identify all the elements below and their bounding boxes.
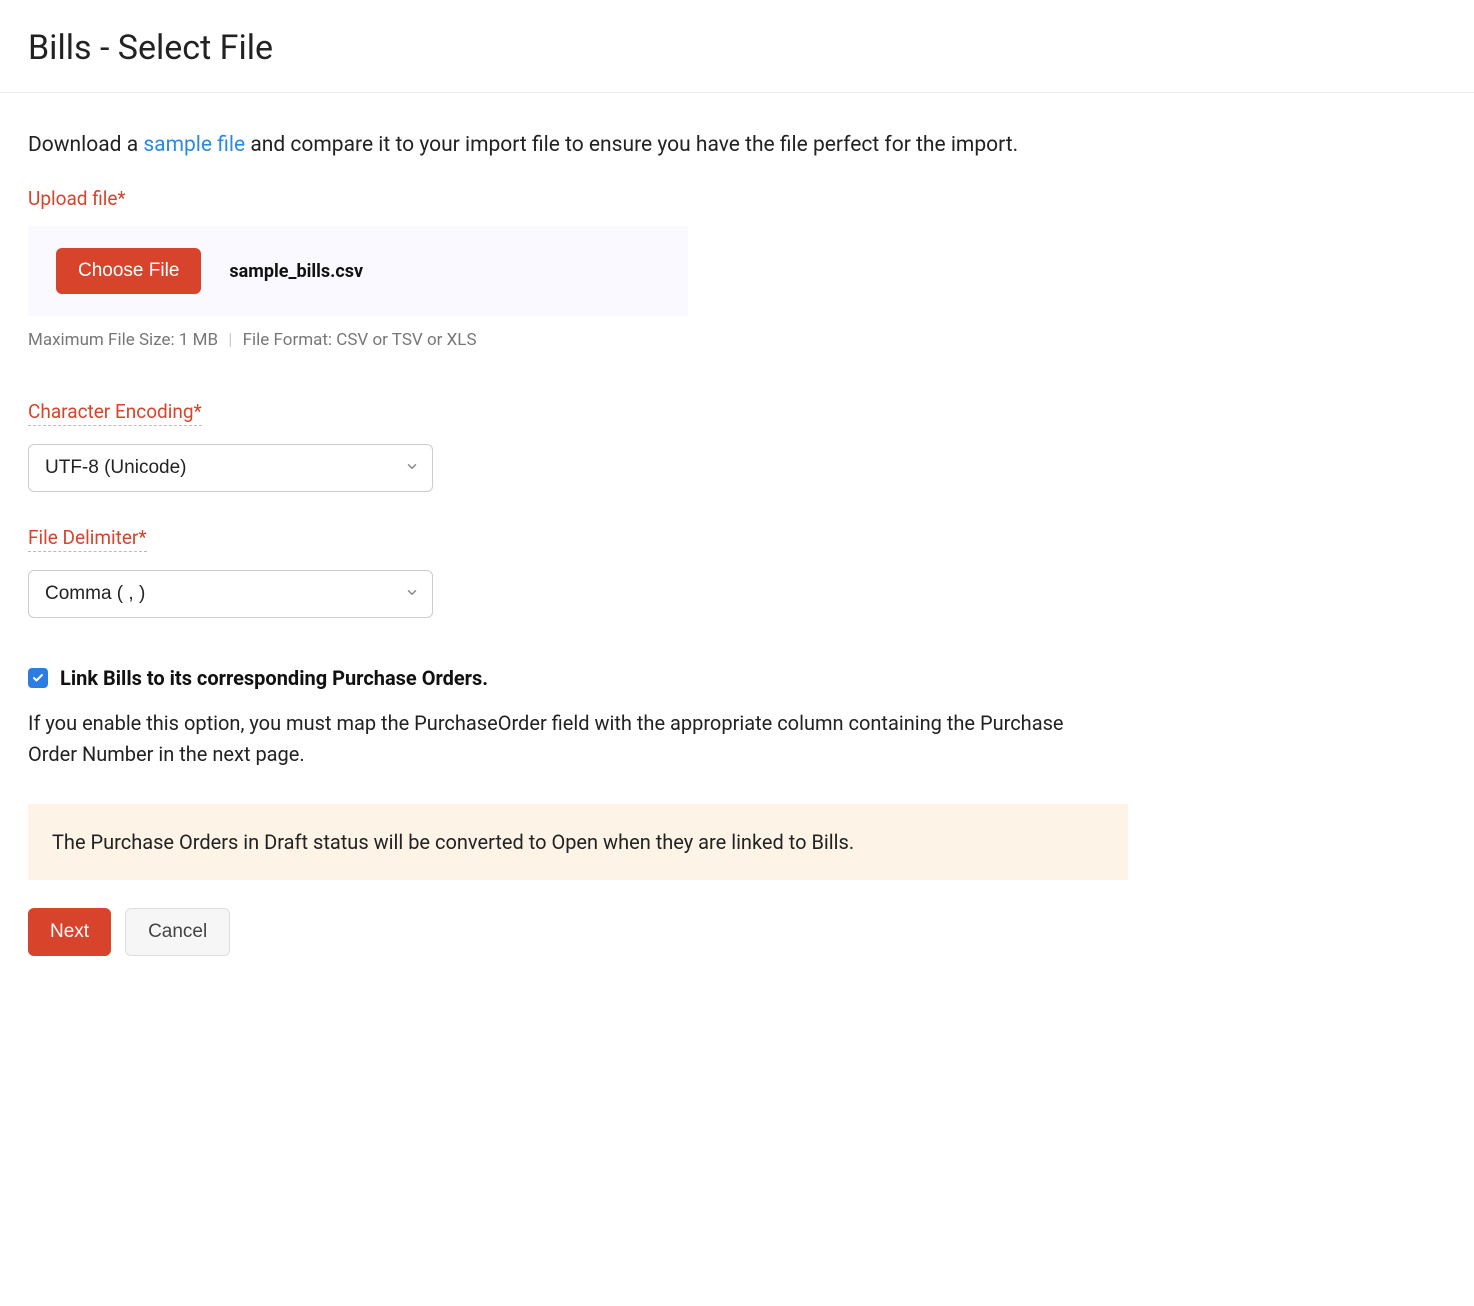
- check-icon: [32, 672, 44, 684]
- max-file-size-hint: Maximum File Size: 1 MB: [28, 330, 218, 350]
- link-po-checkbox[interactable]: [28, 668, 48, 688]
- page-title: Bills - Select File: [28, 28, 1446, 68]
- next-button[interactable]: Next: [28, 908, 111, 956]
- choose-file-button[interactable]: Choose File: [56, 248, 201, 294]
- link-po-help-text: If you enable this option, you must map …: [28, 708, 1108, 770]
- file-delimiter-label: File Delimiter*: [28, 526, 147, 552]
- character-encoding-select[interactable]: UTF-8 (Unicode): [28, 444, 433, 492]
- download-suffix-text: and compare it to your import file to en…: [245, 133, 1018, 157]
- hint-separator: |: [228, 330, 232, 350]
- info-banner: The Purchase Orders in Draft status will…: [28, 804, 1128, 880]
- file-delimiter-select[interactable]: Comma ( , ): [28, 570, 433, 618]
- cancel-button[interactable]: Cancel: [125, 908, 230, 956]
- download-sample-row: Download a sample file and compare it to…: [28, 133, 1172, 157]
- link-po-checkbox-label[interactable]: Link Bills to its corresponding Purchase…: [60, 666, 488, 690]
- upload-file-label: Upload file*: [28, 187, 126, 210]
- download-prefix-text: Download a: [28, 133, 143, 157]
- character-encoding-label: Character Encoding*: [28, 400, 202, 426]
- sample-file-link[interactable]: sample file: [143, 133, 245, 157]
- selected-filename: sample_bills.csv: [229, 261, 363, 282]
- upload-hints: Maximum File Size: 1 MB | File Format: C…: [28, 330, 1172, 350]
- file-format-hint: File Format: CSV or TSV or XLS: [243, 330, 477, 350]
- upload-dropzone: Choose File sample_bills.csv: [28, 226, 688, 316]
